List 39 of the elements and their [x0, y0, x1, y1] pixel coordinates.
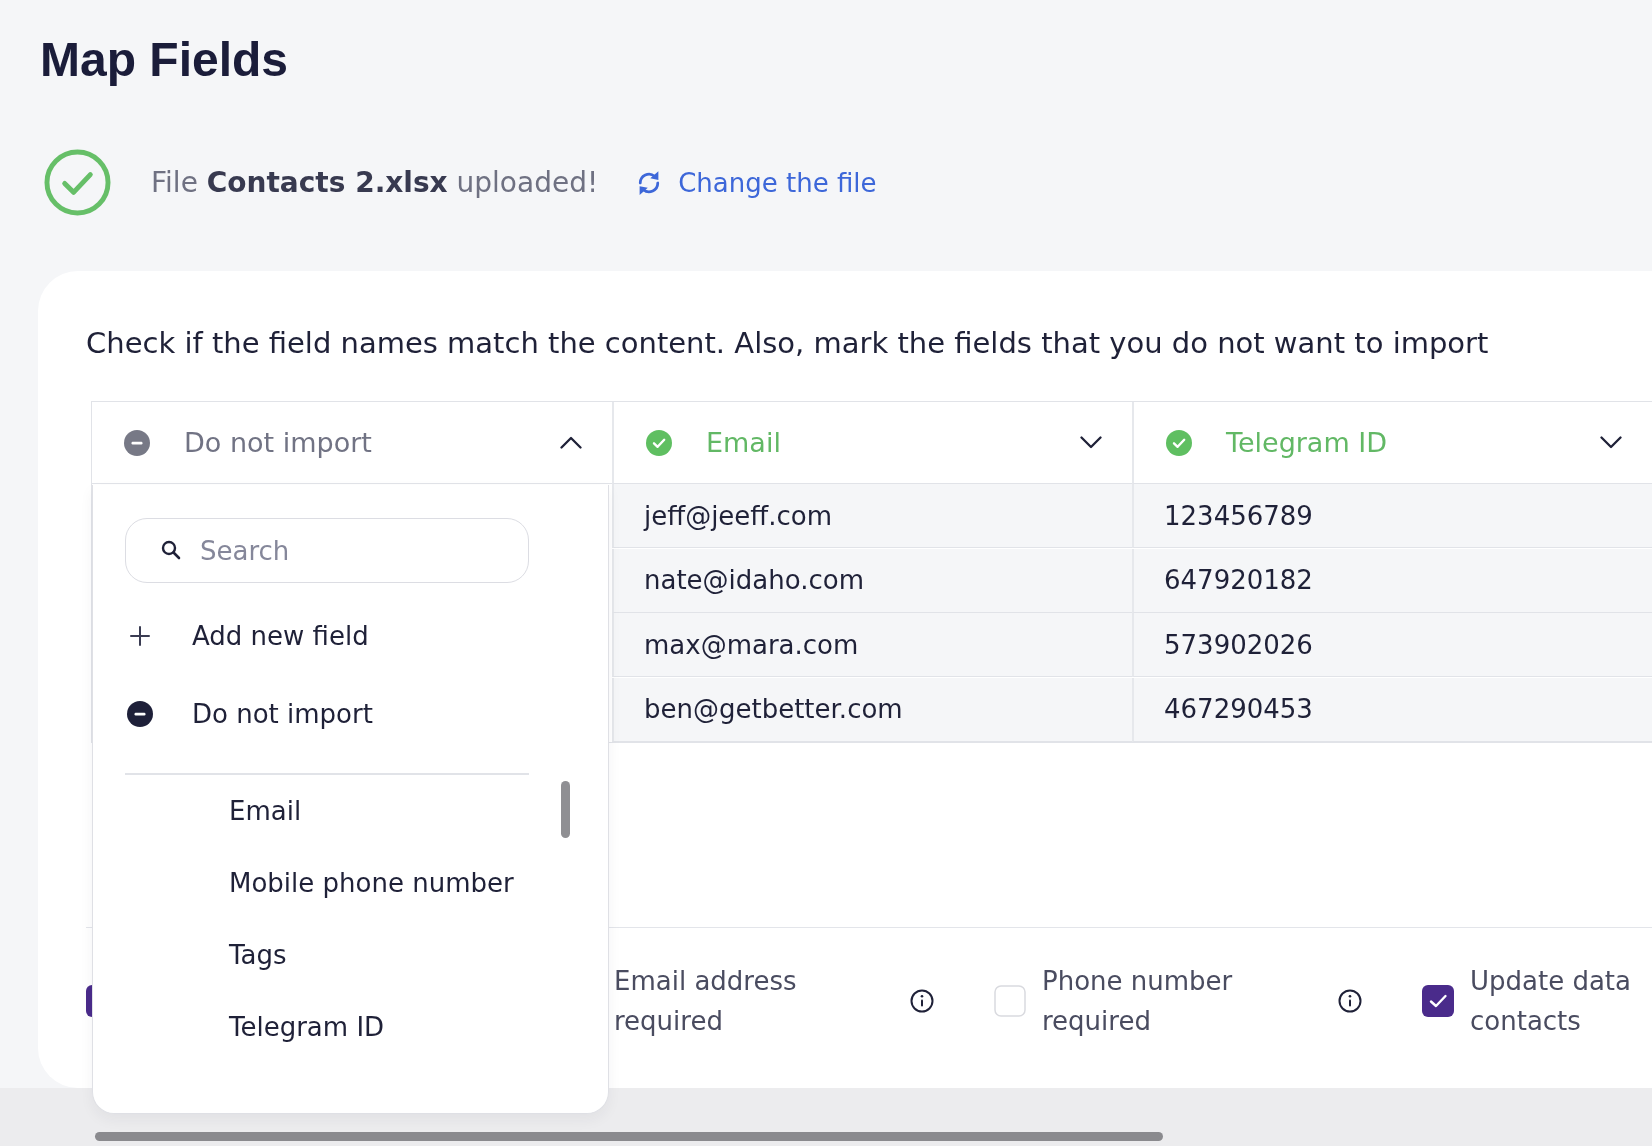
instruction-text: Check if the field names match the content. Also, mark the fields that you do not want to import [86, 325, 1489, 362]
search-field[interactable]: Search [125, 518, 529, 583]
chevron-icon [1080, 436, 1102, 449]
change-file-link[interactable]: Change the file [634, 167, 877, 198]
table-cell: max@mara.com [612, 613, 1132, 677]
chevron-icon [560, 436, 582, 449]
menu-item[interactable]: Telegram ID [125, 990, 385, 1063]
minus-circle-icon [127, 701, 153, 727]
check-circle-icon [646, 429, 672, 456]
menu-item[interactable]: Do not import [125, 675, 529, 753]
info-icon[interactable] [1338, 989, 1362, 1013]
menu-item[interactable]: Email [125, 774, 302, 847]
menu-item[interactable]: Mobile phone number [125, 846, 514, 919]
plus-icon [130, 626, 150, 646]
minus-circle-icon [124, 429, 150, 456]
check-circle-icon [44, 149, 111, 216]
checkbox[interactable] [994, 985, 1026, 1017]
scrollbar-thumb[interactable] [561, 781, 570, 838]
table-cell: 467290453 [1132, 677, 1652, 742]
menu-item[interactable]: Add new field [125, 597, 529, 675]
menu-item[interactable]: Tags [125, 918, 287, 991]
checkbox[interactable] [86, 985, 92, 1017]
scrollbar-thumb[interactable] [95, 1132, 1163, 1141]
table-cell: 647920182 [1132, 548, 1652, 613]
search-icon [161, 540, 181, 560]
upload-message: File Contacts 2.xlsx uploaded! [151, 166, 599, 199]
table-cell: 123456789 [1132, 484, 1652, 548]
check-circle-icon [1166, 429, 1192, 456]
checkbox[interactable] [1422, 985, 1454, 1017]
table-cell: nate@idaho.com [612, 548, 1132, 613]
chevron-icon [1600, 436, 1622, 449]
option-label: Email address required [614, 965, 798, 1038]
table-cell: 573902026 [1132, 613, 1652, 677]
info-icon[interactable] [910, 989, 934, 1013]
table-cell: ben@getbetter.com [612, 677, 1132, 742]
option-label: Update data contacts [1470, 965, 1631, 1038]
option-label: Phone number required [1042, 965, 1234, 1038]
table-cell: jeff@jeeff.com [612, 484, 1132, 548]
page-title: Map Fields [40, 32, 289, 88]
